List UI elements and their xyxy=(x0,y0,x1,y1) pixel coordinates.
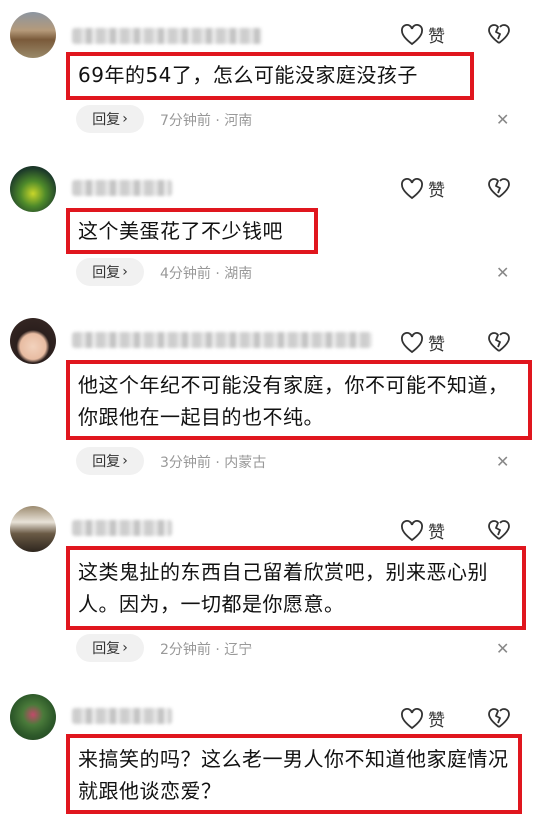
avatar[interactable] xyxy=(10,318,56,364)
comment-meta: 7分钟前 · 河南 xyxy=(160,110,252,130)
comment-meta: 3分钟前 · 内蒙古 xyxy=(160,452,266,472)
comment-text: 这个美蛋花了不少钱吧 xyxy=(78,219,283,243)
avatar[interactable] xyxy=(10,166,56,212)
chevron-right-icon: › xyxy=(122,640,128,656)
like-button[interactable]: 赞 xyxy=(400,706,445,731)
username-blurred[interactable] xyxy=(72,520,172,536)
username-blurred[interactable] xyxy=(72,332,372,348)
broken-heart-icon[interactable] xyxy=(486,330,512,354)
reply-label: 回复 xyxy=(92,454,121,470)
close-icon[interactable]: ✕ xyxy=(496,639,509,658)
heart-icon xyxy=(401,519,423,541)
username-blurred[interactable] xyxy=(72,180,172,196)
comment-location: 辽宁 xyxy=(224,642,253,658)
meta-separator: · xyxy=(215,266,220,282)
username-blurred[interactable] xyxy=(72,708,172,724)
reply-button[interactable]: 回复 › xyxy=(76,634,144,662)
chevron-right-icon: › xyxy=(122,111,128,127)
comment-time: 7分钟前 xyxy=(160,113,211,129)
comment-meta: 4分钟前 · 湖南 xyxy=(160,263,252,283)
heart-icon xyxy=(401,23,423,45)
heart-icon xyxy=(401,331,423,353)
like-button[interactable]: 赞 xyxy=(400,22,445,47)
like-label: 赞 xyxy=(428,711,445,731)
avatar[interactable] xyxy=(10,694,56,740)
like-label: 赞 xyxy=(428,181,445,201)
comment-text: 来搞笑的吗？这么老一男人你不知道他家庭情况就跟他谈恋爱？ xyxy=(78,747,509,803)
broken-heart-icon[interactable] xyxy=(486,176,512,200)
reply-label: 回复 xyxy=(92,112,121,128)
comment-time: 2分钟前 xyxy=(160,642,211,658)
broken-heart-icon[interactable] xyxy=(486,706,512,730)
chevron-right-icon: › xyxy=(122,453,128,469)
close-icon[interactable]: ✕ xyxy=(496,263,509,282)
like-label: 赞 xyxy=(428,27,445,47)
comment-time: 3分钟前 xyxy=(160,455,211,471)
meta-separator: · xyxy=(215,113,220,129)
like-button[interactable]: 赞 xyxy=(400,330,445,355)
reply-label: 回复 xyxy=(92,265,121,281)
meta-separator: · xyxy=(215,642,220,658)
comment-meta: 2分钟前 · 辽宁 xyxy=(160,639,252,659)
comment-location: 湖南 xyxy=(224,266,253,282)
broken-heart-icon[interactable] xyxy=(486,518,512,542)
close-icon[interactable]: ✕ xyxy=(496,452,509,471)
like-label: 赞 xyxy=(428,523,445,543)
like-button[interactable]: 赞 xyxy=(400,176,445,201)
comment-text-highlighted: 他这个年纪不可能没有家庭，你不可能不知道，你跟他在一起目的也不纯。 xyxy=(66,360,532,440)
comment-text-highlighted: 69年的54了，怎么可能没家庭没孩子 xyxy=(66,52,474,100)
reply-button[interactable]: 回复 › xyxy=(76,447,144,475)
username-blurred[interactable] xyxy=(72,28,262,44)
comment-text: 这类鬼扯的东西自己留着欣赏吧，别来恶心别人。因为，一切都是你愿意。 xyxy=(78,560,488,616)
chevron-right-icon: › xyxy=(122,264,128,280)
like-label: 赞 xyxy=(428,335,445,355)
comment-time: 4分钟前 xyxy=(160,266,211,282)
close-icon[interactable]: ✕ xyxy=(496,110,509,129)
broken-heart-icon[interactable] xyxy=(486,22,512,46)
comment-text: 69年的54了，怎么可能没家庭没孩子 xyxy=(78,63,418,87)
reply-button[interactable]: 回复 › xyxy=(76,105,144,133)
like-button[interactable]: 赞 xyxy=(400,518,445,543)
comment-text-highlighted: 这类鬼扯的东西自己留着欣赏吧，别来恶心别人。因为，一切都是你愿意。 xyxy=(66,546,526,630)
comment-location: 河南 xyxy=(224,113,253,129)
comment-text: 他这个年纪不可能没有家庭，你不可能不知道，你跟他在一起目的也不纯。 xyxy=(78,373,509,429)
heart-icon xyxy=(401,707,423,729)
meta-separator: · xyxy=(215,455,220,471)
comment-location: 内蒙古 xyxy=(224,455,267,471)
avatar[interactable] xyxy=(10,12,56,58)
avatar[interactable] xyxy=(10,506,56,552)
comment-text-highlighted: 来搞笑的吗？这么老一男人你不知道他家庭情况就跟他谈恋爱？ xyxy=(66,734,522,814)
reply-button[interactable]: 回复 › xyxy=(76,258,144,286)
heart-icon xyxy=(401,177,423,199)
reply-label: 回复 xyxy=(92,641,121,657)
comment-text-highlighted: 这个美蛋花了不少钱吧 xyxy=(66,208,318,254)
